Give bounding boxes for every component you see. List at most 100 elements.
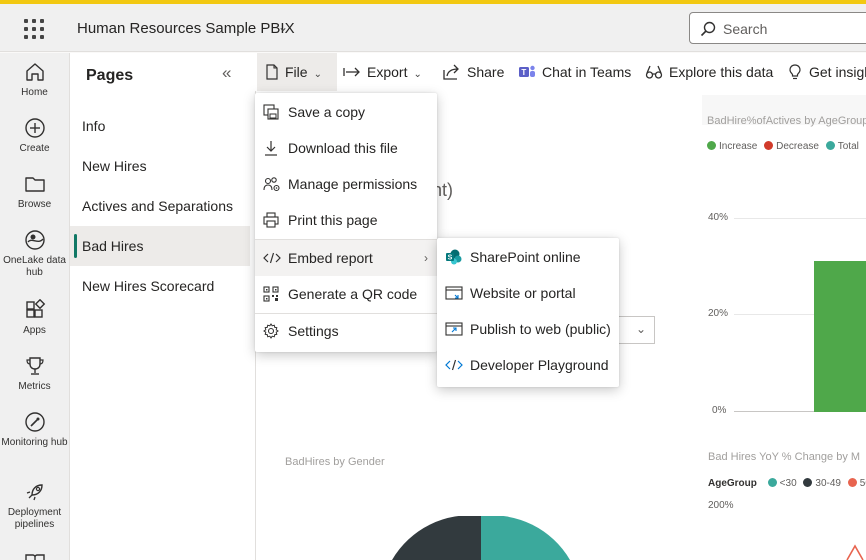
file-menu-button[interactable]: File ⌄ [257,53,337,91]
save-copy-icon [263,104,279,120]
menu-item-website-portal[interactable]: Website or portal [437,275,619,311]
chart-bar[interactable] [814,261,866,412]
page-item-new-hires[interactable]: New Hires [70,146,250,186]
file-menu-label: File [285,64,308,80]
nav-monitoring-label: Monitoring hub [1,437,68,448]
nav-onelake[interactable]: OneLake data hub [0,229,69,279]
legend-50: 50 [859,478,866,489]
nav-deployment[interactable]: Deployment pipelines [0,481,69,531]
menu-item-label: Download this file [288,140,398,156]
menu-item-print-page[interactable]: Print this page [255,202,437,238]
menu-item-generate-qr[interactable]: Generate a QR code [255,276,437,312]
onelake-icon [24,230,45,250]
pages-pane: Pages « Info New Hires Actives and Separ… [69,53,255,560]
menu-item-settings[interactable]: Settings [255,313,437,349]
menu-item-label: SharePoint online [470,249,581,265]
page-item-new-hires-scorecard[interactable]: New Hires Scorecard [70,266,250,306]
share-button[interactable]: Share [443,53,504,91]
menu-item-manage-permissions[interactable]: Manage permissions [255,166,437,202]
chart-title-badhire-pct: BadHire%ofActives by AgeGroup [707,115,866,127]
home-icon [25,63,44,81]
nav-monitoring[interactable]: Monitoring hub [0,411,69,449]
menu-item-sharepoint-online[interactable]: S SharePoint online [437,239,619,275]
menu-item-embed-report[interactable]: Embed report › [255,240,437,276]
gender-donut-chart[interactable] [390,516,570,560]
binoculars-icon [645,66,663,79]
donut-slice-teal [481,516,570,560]
menu-item-developer-playground[interactable]: Developer Playground [437,347,619,383]
nav-browse[interactable]: Browse [0,173,69,211]
menu-item-save-copy[interactable]: Save a copy [255,94,437,130]
trophy-icon [25,357,44,375]
folder-icon [24,177,45,192]
page-item-actives-and-separations[interactable]: Actives and Separations [70,186,250,226]
people-settings-icon [263,177,280,192]
search-input[interactable]: Search [689,12,866,44]
y-tick: 40% [708,212,729,223]
pages-pane-title: Pages [86,67,134,84]
y-tick: 0% [712,405,727,416]
printer-icon [263,212,279,228]
left-nav: Home Create Browse OneLake data hub Apps… [0,53,69,560]
nav-home[interactable]: Home [0,61,69,99]
menu-item-publish-to-web[interactable]: Publish to web (public) [437,311,619,347]
search-icon [700,21,716,37]
apps-icon [25,299,45,318]
menu-item-label: Developer Playground [470,357,609,373]
nav-metrics[interactable]: Metrics [0,355,69,393]
book-icon [24,554,45,560]
page-item-info[interactable]: Info [70,106,250,146]
get-insights-button[interactable]: Get insights [787,53,866,91]
collapse-pane-icon[interactable]: « [222,63,231,83]
line-fragment [846,544,864,560]
explore-data-button[interactable]: Explore this data [645,53,773,91]
report-toolbar: File ⌄ Export ⌄ Share T Chat in Teams Explo… [255,53,866,91]
report-title[interactable]: Human Resources Sample PBIX [77,20,295,37]
chevron-down-icon: ⌄ [635,322,646,336]
nav-browse-label: Browse [17,199,52,210]
sharepoint-icon: S [446,249,462,265]
nav-create-label: Create [19,143,50,154]
nav-apps-label: Apps [23,325,46,336]
chevron-down-icon[interactable]: ⌄ [278,20,288,34]
menu-item-label: Website or portal [470,285,576,301]
legend-30-49: 30-49 [815,478,841,489]
developer-playground-icon [445,359,463,371]
y-tick: 20% [708,308,729,319]
menu-item-label: Manage permissions [288,176,418,192]
chart-title-yoy-change: Bad Hires YoY % Change by M [708,451,861,463]
nav-create[interactable]: Create [0,117,69,155]
menu-item-label: Publish to web (public) [470,321,611,337]
publish-web-icon [445,322,463,336]
donut-slice-dark [392,516,481,560]
top-bar: Human Resources Sample PBIX ⌄ Search [0,4,866,52]
svg-text:T: T [521,68,526,77]
search-placeholder: Search [723,21,768,37]
nav-apps[interactable]: Apps [0,299,69,337]
menu-item-download-file[interactable]: Download this file [255,130,437,166]
website-icon [445,286,463,300]
chart-title-badhires-gender: BadHires by Gender [285,456,385,468]
menu-item-label: Settings [288,323,339,339]
nav-onelake-label: OneLake data hub [3,255,66,278]
share-label: Share [467,64,505,80]
code-icon [263,252,281,264]
chat-in-teams-button[interactable]: T Chat in Teams [518,53,631,91]
lightbulb-icon [789,64,801,80]
chat-in-teams-label: Chat in Teams [542,64,632,80]
nav-learn[interactable] [0,551,69,560]
export-icon [343,67,360,77]
explore-data-label: Explore this data [669,64,774,80]
share-icon [443,64,459,80]
file-icon [266,64,278,80]
menu-item-label: Save a copy [288,104,366,120]
menu-item-label: Embed report [288,250,373,266]
export-menu-label: Export [367,64,408,80]
menu-item-label: Print this page [288,212,378,228]
gridline [734,218,866,219]
page-item-bad-hires[interactable]: Bad Hires [70,226,250,266]
export-menu-button[interactable]: Export ⌄ [343,53,422,91]
app-launcher-icon[interactable] [22,17,46,41]
nav-home-label: Home [21,87,48,98]
legend-total: Total [837,141,859,152]
